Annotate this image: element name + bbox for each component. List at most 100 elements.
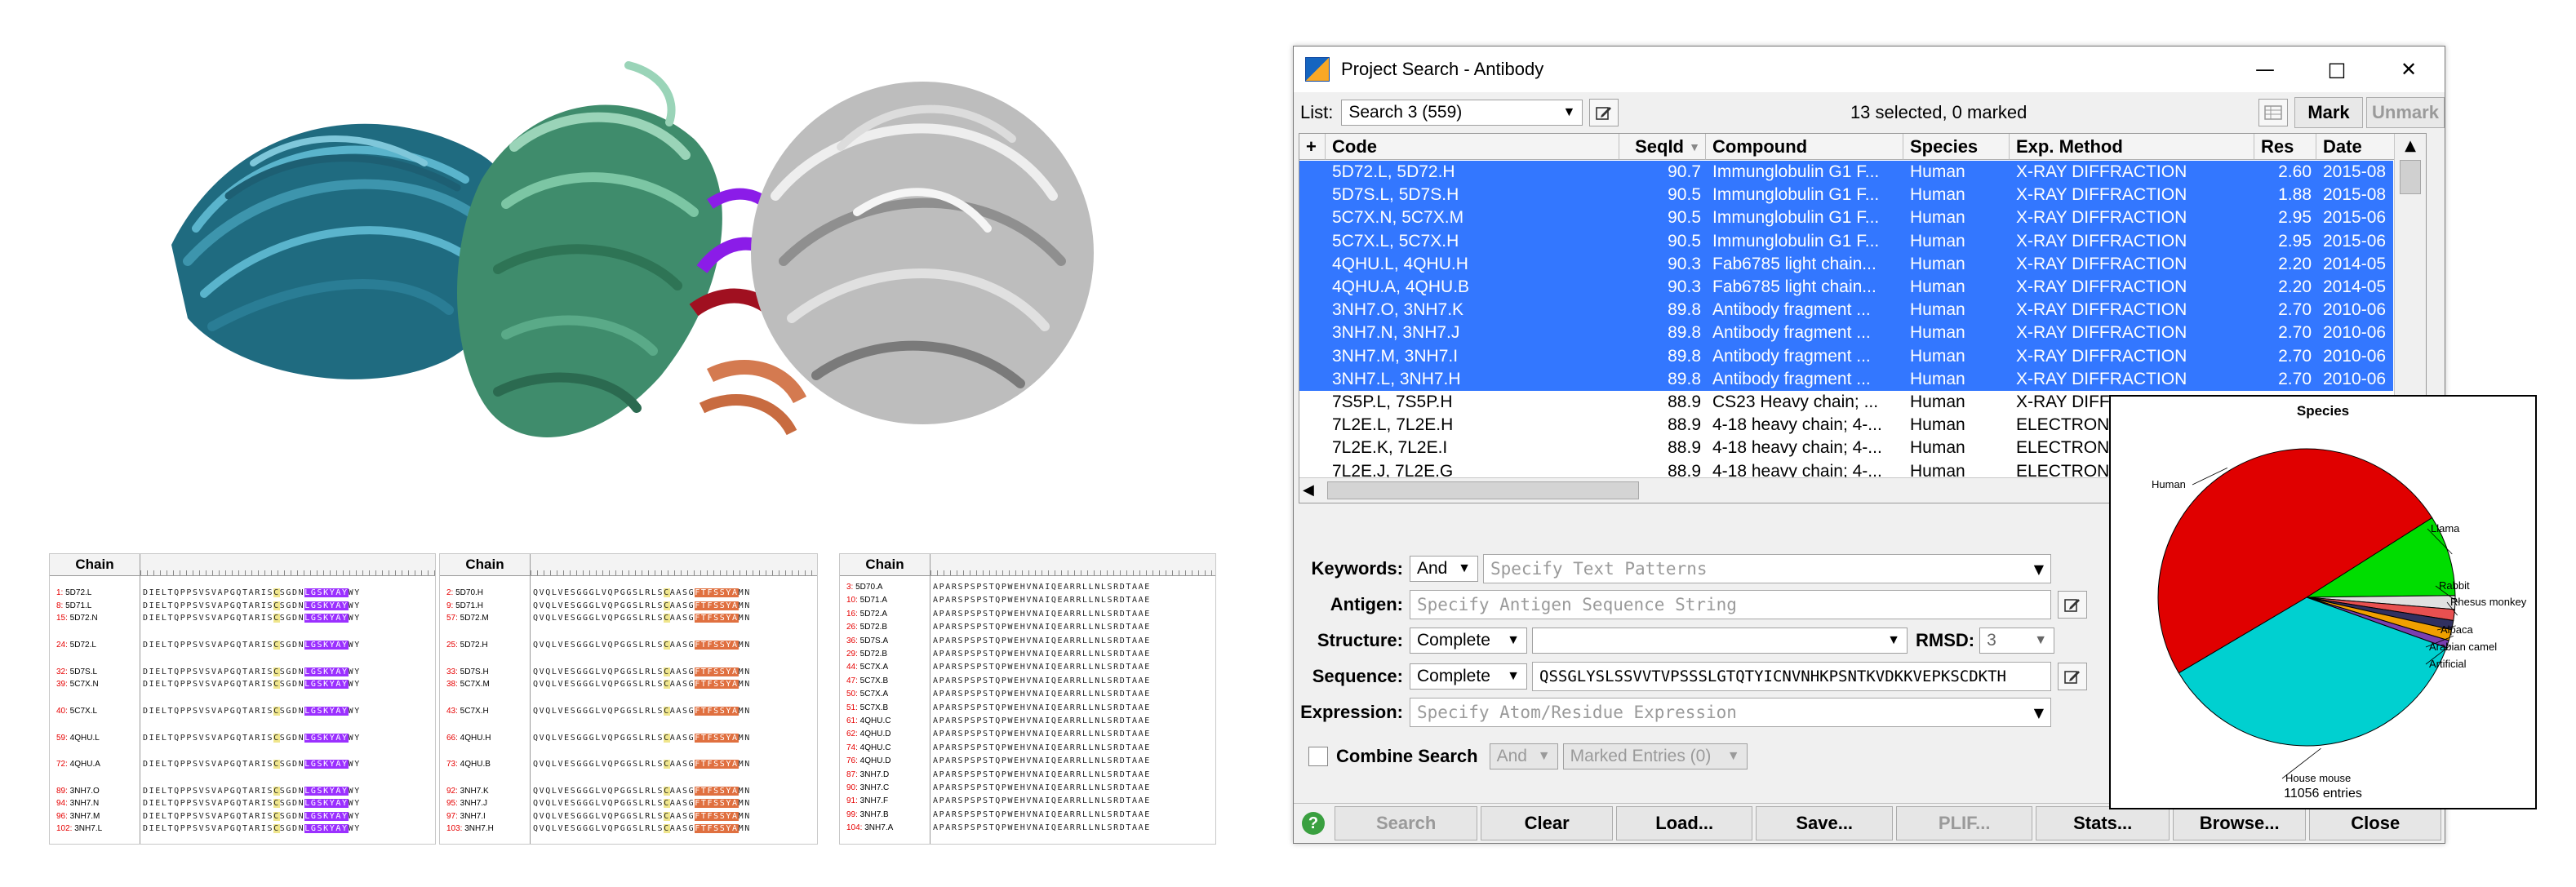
table-row[interactable]: 3NH7.O, 3NH7.K 89.8 Antibody fragment ... H… [1299, 299, 2393, 322]
alignment-row[interactable]: 102: 3NH7.L DIELTQPPSVSVAPGQTARISCSGDNLGS… [50, 823, 435, 834]
alignment-row[interactable]: 26: 5D72.B APARSPSPSTQPWEHVNAIQEARRLLNLSR… [840, 622, 1215, 632]
column-header-species[interactable]: Species [1903, 134, 2010, 160]
alignment-row[interactable]: 96: 3NH7.M DIELTQPPSVSVAPGQTARISCSGDNLGSK… [50, 811, 435, 822]
column-header-date[interactable]: Date [2316, 134, 2395, 160]
help-icon[interactable]: ? [1302, 812, 1325, 835]
alignment-row[interactable]: 72: 4QHU.A DIELTQPPSVSVAPGQTARISCSGDNLGSK… [50, 759, 435, 769]
rmsd-select[interactable]: 3 ▼ [1979, 628, 2055, 654]
column-header-expand[interactable]: + [1299, 134, 1326, 160]
close-button[interactable]: Close [2309, 806, 2441, 840]
alignment-row[interactable]: 8: 5D71.L DIELTQPPSVSVAPGQTARISCSGDNLGSKY… [50, 601, 435, 611]
alignment-row[interactable]: 91: 3NH7.F APARSPSPSTQPWEHVNAIQEARRLLNLSR… [840, 796, 1215, 806]
table-row[interactable]: 4QHU.A, 4QHU.B 90.3 Fab6785 light chain...… [1299, 276, 2393, 299]
mark-button[interactable]: Mark [2294, 97, 2363, 128]
alignment-row[interactable]: 61: 4QHU.C APARSPSPSTQPWEHVNAIQEARRLLNLSR… [840, 716, 1215, 726]
search-button[interactable]: Search [1334, 806, 1478, 840]
column-header-code[interactable]: Code [1326, 134, 1619, 160]
alignment-row[interactable]: 39: 5C7X.N DIELTQPPSVSVAPGQTARISCSGDNLGSK… [50, 679, 435, 690]
hscroll-thumb[interactable] [1327, 481, 1639, 499]
alignment-row[interactable]: 9: 5D71.H QVQLVESGGGLVQPGGSLRLSCAASGFTFSS… [440, 601, 817, 611]
alignment-row[interactable]: 3: 5D70.A APARSPSPSTQPWEHVNAIQEARRLLNLSRD… [840, 582, 1215, 592]
expression-input[interactable]: Specify Atom/Residue Expression ▼ [1410, 698, 2051, 727]
alignment-row[interactable]: 10: 5D71.A APARSPSPSTQPWEHVNAIQEARRLLNLSR… [840, 595, 1215, 605]
alignment-row[interactable]: 47: 5C7X.B APARSPSPSTQPWEHVNAIQEARRLLNLSR… [840, 676, 1215, 686]
close-icon[interactable]: ✕ [2373, 47, 2445, 92]
cell-seqid: 89.8 [1668, 346, 1701, 366]
table-row[interactable]: 5D72.L, 5D72.H 90.7 Immunglobulin G1 F... H… [1299, 161, 2393, 184]
table-row[interactable]: 5C7X.L, 5C7X.H 90.5 Immunglobulin G1 F... H… [1299, 229, 2393, 253]
alignment-row[interactable]: 29: 5D72.B APARSPSPSTQPWEHVNAIQEARRLLNLSR… [840, 649, 1215, 659]
alignment-row[interactable]: 25: 5D72.H QVQLVESGGGLVQPGGSLRLSCAASGFTFS… [440, 640, 817, 650]
table-row[interactable]: 3NH7.M, 3NH7.I 89.8 Antibody fragment ... H… [1299, 344, 2393, 368]
load-button[interactable]: Load... [1615, 806, 1753, 840]
column-header-exp-method[interactable]: Exp. Method [2010, 134, 2254, 160]
scroll-thumb[interactable] [2400, 160, 2421, 194]
alignment-row[interactable]: 2: 5D70.H QVQLVESGGGLVQPGGSLRLSCAASGFTFSS… [440, 588, 817, 598]
alignment-row[interactable]: 92: 3NH7.K QVQLVESGGGLVQPGGSLRLSCAASGFTFS… [440, 786, 817, 796]
alignment-row[interactable]: 62: 4QHU.D APARSPSPSTQPWEHVNAIQEARRLLNLSR… [840, 729, 1215, 739]
alignment-row[interactable]: 59: 4QHU.L DIELTQPPSVSVAPGQTARISCSGDNLGSK… [50, 733, 435, 743]
alignment-row[interactable]: 32: 5D7S.L DIELTQPPSVSVAPGQTARISCSGDNLGSK… [50, 667, 435, 677]
keywords-op-select[interactable]: And ▼ [1410, 556, 1478, 582]
cell-code: 3NH7.N, 3NH7.J [1332, 323, 1460, 343]
alignment-row[interactable]: 87: 3NH7.D APARSPSPSTQPWEHVNAIQEARRLLNLSR… [840, 769, 1215, 780]
edit-list-button[interactable] [1589, 99, 1619, 126]
alignment-row[interactable]: 15: 5D72.N DIELTQPPSVSVAPGQTARISCSGDNLGSK… [50, 613, 435, 623]
alignment-row[interactable]: 57: 5D72.M QVQLVESGGGLVQPGGSLRLSCAASGFTFS… [440, 613, 817, 623]
sequence-mode-select[interactable]: Complete ▼ [1410, 663, 1527, 690]
alignment-row[interactable]: 40: 5C7X.L DIELTQPPSVSVAPGQTARISCSGDNLGSK… [50, 706, 435, 716]
alignment-row[interactable]: 38: 5C7X.M QVQLVESGGGLVQPGGSLRLSCAASGFTFS… [440, 679, 817, 690]
combine-checkbox[interactable] [1308, 747, 1328, 766]
plif-button[interactable]: PLIF... [1895, 806, 2033, 840]
alignment-row[interactable]: 24: 5D72.L DIELTQPPSVSVAPGQTARISCSGDNLGSK… [50, 640, 435, 650]
combine-op-select[interactable]: And ▼ [1489, 743, 1558, 769]
alignment-row[interactable]: 95: 3NH7.J QVQLVESGGGLVQPGGSLRLSCAASGFTFS… [440, 798, 817, 809]
table-row[interactable]: 4QHU.L, 4QHU.H 90.3 Fab6785 light chain...… [1299, 252, 2393, 276]
browse-button[interactable]: Browse... [2172, 806, 2307, 840]
alignment-row[interactable]: 90: 3NH7.C APARSPSPSTQPWEHVNAIQEARRLLNLSR… [840, 783, 1215, 793]
column-header-res[interactable]: Res [2254, 134, 2316, 160]
antigen-edit-button[interactable] [2058, 591, 2087, 619]
alignment-row[interactable]: 73: 4QHU.B QVQLVESGGGLVQPGGSLRLSCAASGFTFS… [440, 759, 817, 769]
sequence-input[interactable]: QSSGLYSLSSVVTVPSSSLGTQTYICNVNHKPSNTKVDKK… [1532, 662, 2051, 691]
alignment-row[interactable]: 33: 5D7S.H QVQLVESGGGLVQPGGSLRLSCAASGFTFS… [440, 667, 817, 677]
alignment-row[interactable]: 97: 3NH7.I QVQLVESGGGLVQPGGSLRLSCAASGFTFS… [440, 811, 817, 822]
keywords-input[interactable]: Specify Text Patterns ▼ [1483, 554, 2051, 583]
alignment-row[interactable]: 43: 5C7X.H QVQLVESGGGLVQPGGSLRLSCAASGFTFS… [440, 706, 817, 716]
scroll-left-icon[interactable]: ◀ [1303, 478, 1314, 503]
structure-target-select[interactable]: ▼ [1532, 628, 1908, 654]
antigen-input[interactable]: Specify Antigen Sequence String [1410, 590, 2051, 619]
alignment-row[interactable]: 50: 5C7X.A APARSPSPSTQPWEHVNAIQEARRLLNLSR… [840, 689, 1215, 699]
alignment-row[interactable]: 36: 5D7S.A APARSPSPSTQPWEHVNAIQEARRLLNLSR… [840, 636, 1215, 646]
alignment-row[interactable]: 76: 4QHU.D APARSPSPSTQPWEHVNAIQEARRLLNLSR… [840, 756, 1215, 766]
minimize-icon[interactable]: — [2229, 47, 2301, 92]
maximize-icon[interactable]: □ [2301, 47, 2373, 92]
unmark-button[interactable]: Unmark [2366, 97, 2445, 128]
structure-select[interactable]: Complete ▼ [1410, 628, 1527, 654]
alignment-row[interactable]: 103: 3NH7.H QVQLVESGGGLVQPGGSLRLSCAASGFTF… [440, 823, 817, 834]
alignment-row[interactable]: 74: 4QHU.C APARSPSPSTQPWEHVNAIQEARRLLNLSR… [840, 743, 1215, 753]
column-header-seqid[interactable]: SeqId ▼ [1619, 134, 1706, 160]
list-select[interactable]: Search 3 (559) ▼ [1341, 100, 1583, 126]
sequence-edit-button[interactable] [2058, 663, 2087, 690]
alignment-row[interactable]: 94: 3NH7.N DIELTQPPSVSVAPGQTARISCSGDNLGSK… [50, 798, 435, 809]
table-row[interactable]: 3NH7.N, 3NH7.J 89.8 Antibody fragment ... H… [1299, 322, 2393, 345]
scroll-up-icon[interactable]: ▲ [2395, 134, 2426, 158]
stats-button[interactable]: Stats... [2036, 806, 2170, 840]
alignment-row[interactable]: 104: 3NH7.A APARSPSPSTQPWEHVNAIQEARRLLNLS… [840, 823, 1215, 833]
table-row[interactable]: 3NH7.L, 3NH7.H 89.8 Antibody fragment ... H… [1299, 367, 2393, 391]
alignment-row[interactable]: 66: 4QHU.H QVQLVESGGGLVQPGGSLRLSCAASGFTFS… [440, 733, 817, 743]
clear-button[interactable]: Clear [1481, 806, 1613, 840]
table-row[interactable]: 5D7S.L, 5D7S.H 90.5 Immunglobulin G1 F... H… [1299, 184, 2393, 207]
alignment-row[interactable]: 51: 5C7X.B APARSPSPSTQPWEHVNAIQEARRLLNLSR… [840, 703, 1215, 713]
alignment-row[interactable]: 89: 3NH7.O DIELTQPPSVSVAPGQTARISCSGDNLGSK… [50, 786, 435, 796]
alignment-row[interactable]: 44: 5C7X.A APARSPSPSTQPWEHVNAIQEARRLLNLSR… [840, 662, 1215, 672]
view-toggle-button[interactable] [2258, 99, 2288, 126]
save-button[interactable]: Save... [1756, 806, 1893, 840]
alignment-row[interactable]: 16: 5D72.A APARSPSPSTQPWEHVNAIQEARRLLNLSR… [840, 609, 1215, 619]
alignment-row[interactable]: 99: 3NH7.B APARSPSPSTQPWEHVNAIQEARRLLNLSR… [840, 809, 1215, 820]
combine-target-select[interactable]: Marked Entries (0) ▼ [1562, 743, 1748, 769]
column-header-compound[interactable]: Compound [1706, 134, 1903, 160]
alignment-row[interactable]: 1: 5D72.L DIELTQPPSVSVAPGQTARISCSGDNLGSKY… [50, 588, 435, 598]
table-row[interactable]: 5C7X.N, 5C7X.M 90.5 Immunglobulin G1 F... H… [1299, 206, 2393, 230]
